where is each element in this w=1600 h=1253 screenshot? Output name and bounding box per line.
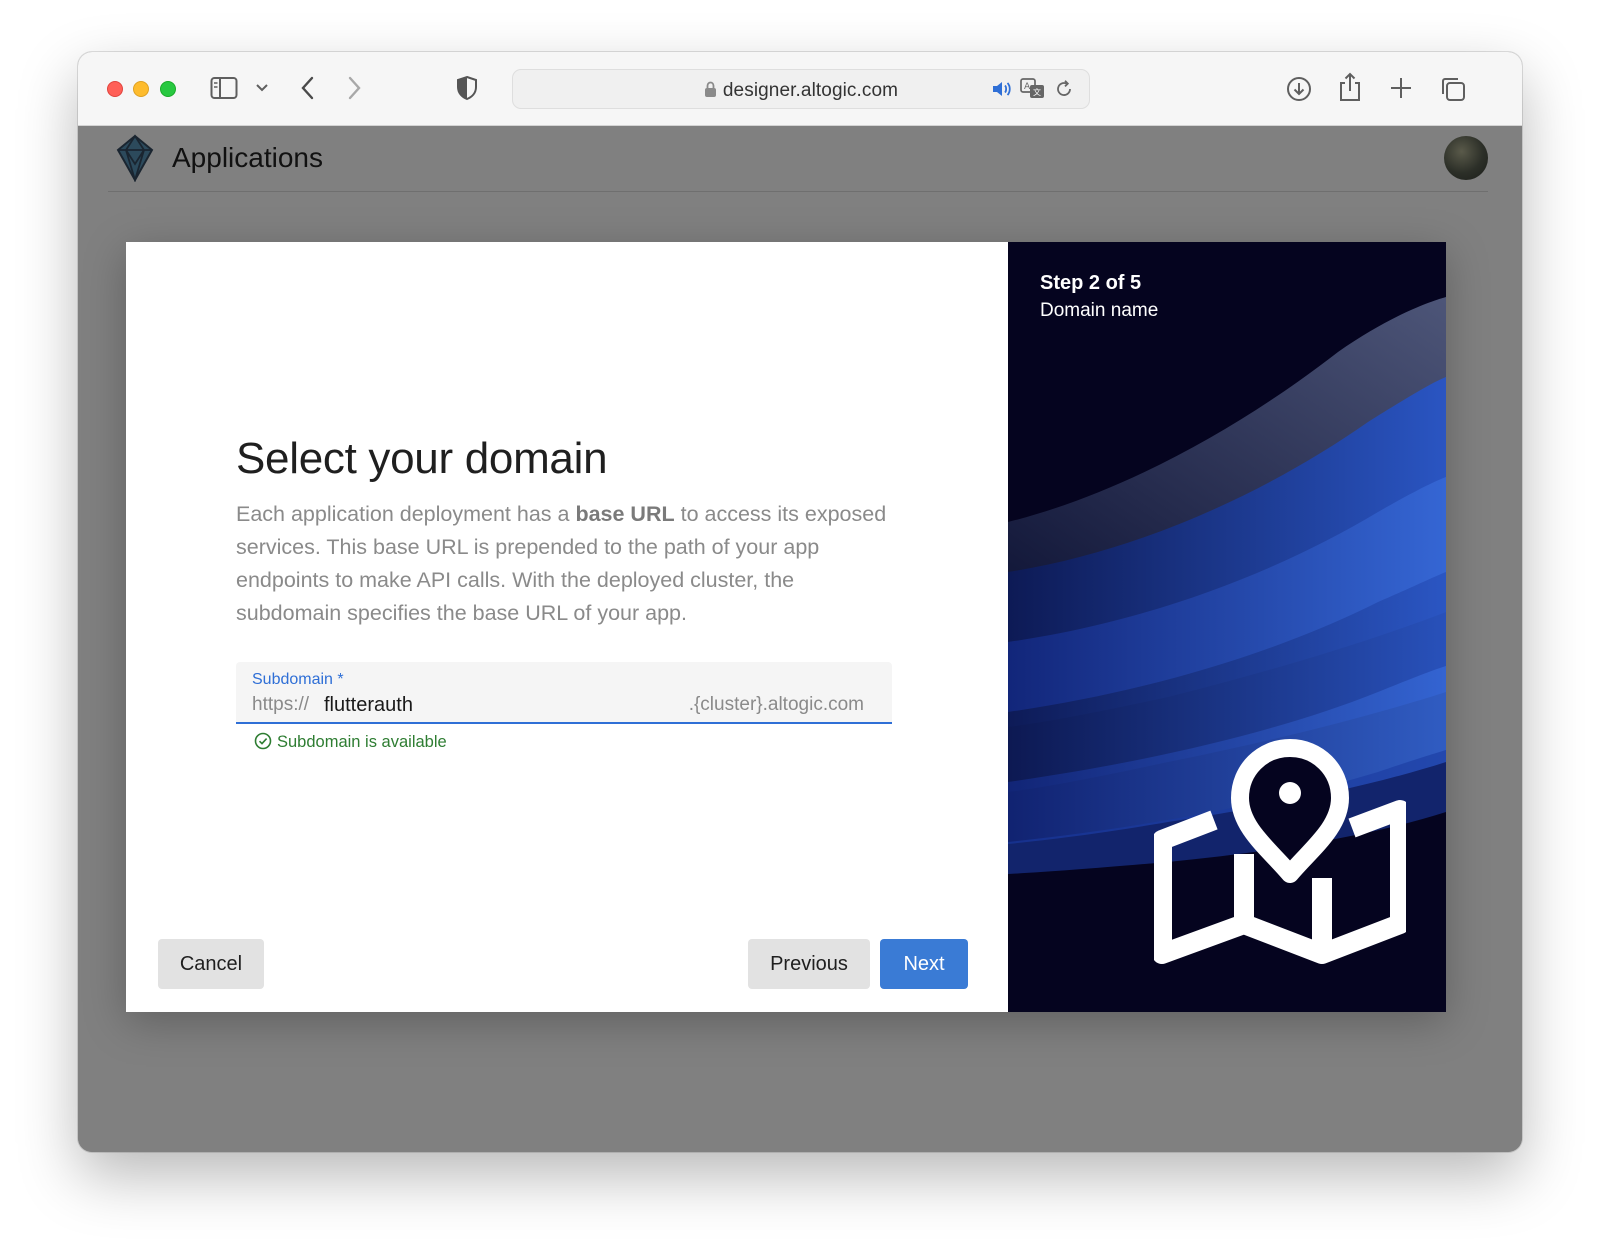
modal-content: Select your domain Each application depl… [126, 242, 1008, 1012]
availability-text: Subdomain is available [277, 733, 447, 751]
subdomain-suffix: .{cluster}.altogic.com [688, 694, 864, 715]
url-label: designer.altogic.com [722, 80, 899, 101]
next-button[interactable]: Next [880, 939, 968, 989]
new-tab-icon[interactable] [1390, 77, 1412, 99]
cancel-button[interactable]: Cancel [158, 939, 264, 989]
modal-description: Each application deployment has a base U… [236, 498, 896, 630]
page-title: Applications [172, 142, 323, 173]
svg-text:A: A [1024, 82, 1031, 92]
back-icon[interactable] [300, 76, 314, 100]
share-icon[interactable] [1338, 72, 1362, 102]
zoom-window-button[interactable] [160, 81, 176, 97]
close-window-button[interactable] [107, 81, 123, 97]
lock-icon [704, 81, 717, 104]
description-bold: base URL [575, 502, 675, 526]
step-side-panel: Step 2 of 5 Domain name [1008, 242, 1446, 1012]
subdomain-prefix: https:// [252, 694, 310, 715]
download-icon[interactable] [1286, 76, 1312, 102]
svg-text:文: 文 [1033, 87, 1041, 97]
reload-icon[interactable] [1054, 79, 1074, 99]
shield-icon[interactable] [456, 75, 478, 101]
avatar[interactable] [1444, 136, 1488, 180]
app-header: Applications [108, 126, 1488, 192]
translate-icon[interactable]: A文 [1020, 78, 1046, 100]
description-text-1: Each application deployment has a [236, 502, 576, 526]
availability-message: Subdomain is available [254, 732, 447, 752]
minimize-window-button[interactable] [133, 81, 149, 97]
map-pin-icon [1152, 738, 1410, 971]
chevron-down-icon[interactable] [256, 83, 268, 92]
altogic-logo-icon [116, 134, 154, 187]
subdomain-field[interactable]: Subdomain * https:// .{cluster}.altogic.… [236, 662, 892, 724]
tabs-icon[interactable] [1440, 76, 1466, 102]
modal-title: Select your domain [236, 434, 608, 483]
forward-icon[interactable] [348, 76, 362, 100]
previous-button[interactable]: Previous [748, 939, 870, 989]
speaker-icon[interactable] [991, 79, 1013, 99]
subdomain-input[interactable] [324, 692, 664, 718]
step-indicator: Step 2 of 5 [1040, 272, 1142, 294]
browser-toolbar: designer.altogic.com A文 [78, 52, 1522, 126]
sidebar-icon[interactable] [210, 76, 238, 100]
address-bar[interactable]: designer.altogic.com A文 [512, 69, 1090, 109]
subdomain-label: Subdomain * [252, 671, 344, 688]
check-circle-icon [254, 732, 277, 751]
step-name: Domain name [1040, 300, 1159, 321]
create-app-modal: Select your domain Each application depl… [126, 242, 1446, 1012]
